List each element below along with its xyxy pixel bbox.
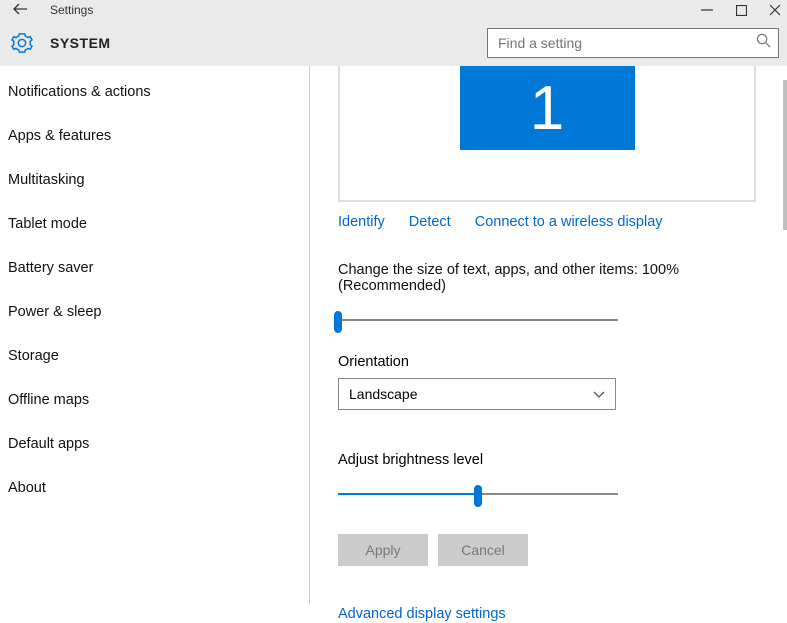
- orientation-dropdown[interactable]: Landscape: [338, 378, 616, 410]
- brightness-label: Adjust brightness level: [338, 452, 787, 468]
- sidebar-item-power-sleep[interactable]: Power & sleep: [0, 290, 309, 334]
- orientation-value: Landscape: [349, 386, 418, 402]
- cancel-button[interactable]: Cancel: [438, 534, 528, 566]
- scale-label: Change the size of text, apps, and other…: [338, 262, 787, 294]
- sidebar: Notifications & actions Apps & features …: [0, 66, 310, 604]
- sidebar-item-notifications[interactable]: Notifications & actions: [0, 70, 309, 114]
- sidebar-item-default-apps[interactable]: Default apps: [0, 422, 309, 466]
- scrollbar[interactable]: [783, 80, 787, 230]
- titlebar: Settings: [0, 0, 787, 20]
- minimize-button[interactable]: [701, 4, 713, 16]
- section-title: SYSTEM: [50, 35, 111, 51]
- brightness-slider[interactable]: [338, 486, 618, 506]
- slider-track: [338, 319, 618, 321]
- advanced-display-link[interactable]: Advanced display settings: [338, 606, 506, 622]
- orientation-label: Orientation: [338, 354, 787, 370]
- maximize-button[interactable]: [735, 4, 747, 16]
- sidebar-item-multitasking[interactable]: Multitasking: [0, 158, 309, 202]
- identify-link[interactable]: Identify: [338, 214, 385, 230]
- sidebar-item-tablet-mode[interactable]: Tablet mode: [0, 202, 309, 246]
- slider-fill: [338, 493, 478, 495]
- window-title: Settings: [50, 3, 93, 17]
- settings-gear-icon: [8, 32, 36, 54]
- sidebar-item-storage[interactable]: Storage: [0, 334, 309, 378]
- search-input[interactable]: [487, 28, 779, 58]
- apply-button[interactable]: Apply: [338, 534, 428, 566]
- sidebar-item-apps[interactable]: Apps & features: [0, 114, 309, 158]
- scale-slider[interactable]: [338, 312, 618, 332]
- slider-thumb[interactable]: [334, 311, 342, 333]
- sidebar-item-offline-maps[interactable]: Offline maps: [0, 378, 309, 422]
- section-header: SYSTEM: [0, 20, 787, 66]
- detect-link[interactable]: Detect: [409, 214, 451, 230]
- slider-thumb[interactable]: [474, 485, 482, 507]
- chevron-down-icon: [593, 386, 605, 402]
- main-content: 1 Identify Detect Connect to a wireless …: [310, 66, 787, 604]
- sidebar-item-battery[interactable]: Battery saver: [0, 246, 309, 290]
- close-button[interactable]: [769, 4, 781, 16]
- monitor-tile-1[interactable]: 1: [460, 66, 635, 150]
- back-button[interactable]: [0, 2, 40, 18]
- sidebar-item-about[interactable]: About: [0, 466, 309, 510]
- connect-wireless-link[interactable]: Connect to a wireless display: [475, 214, 663, 230]
- display-arrangement[interactable]: 1: [338, 66, 756, 202]
